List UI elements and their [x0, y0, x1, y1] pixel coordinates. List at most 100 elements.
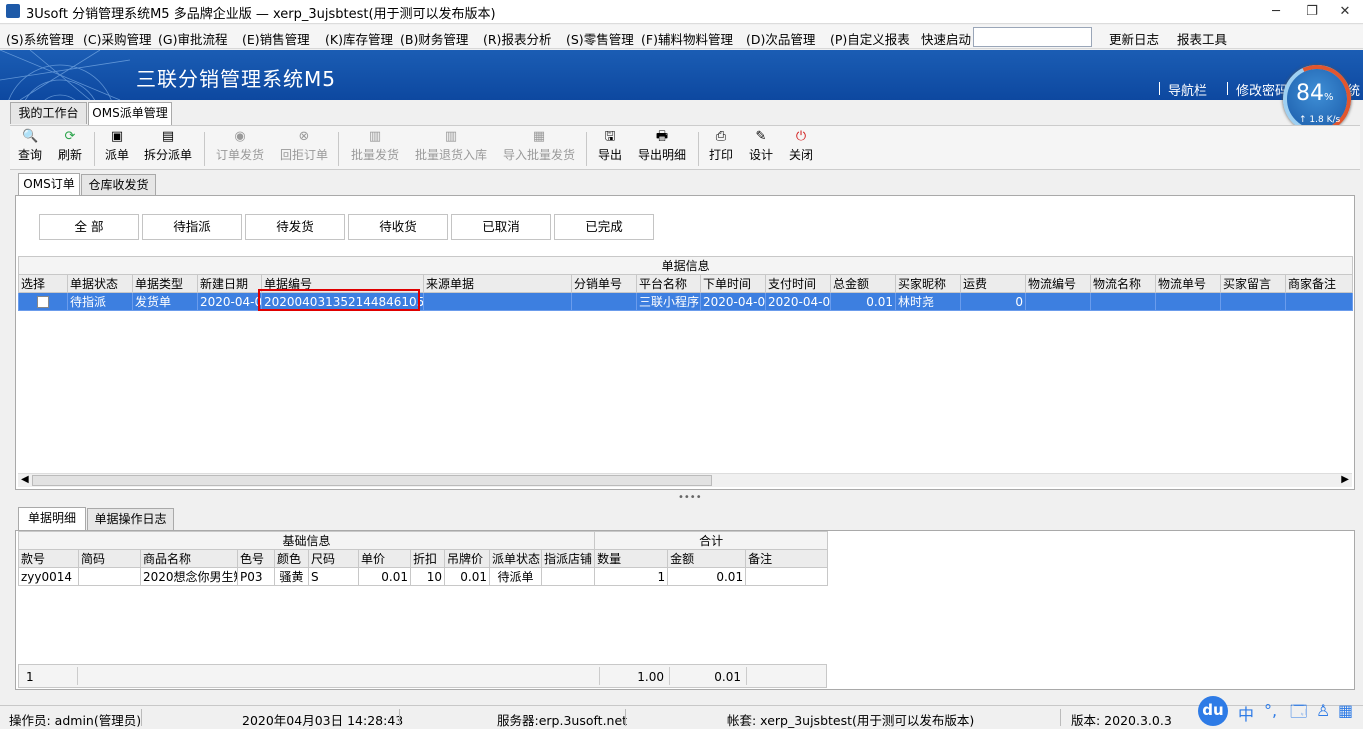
ime-logo-icon[interactable]: du	[1198, 696, 1228, 726]
col-header[interactable]: 分销单号	[571, 274, 637, 293]
col-header[interactable]: 派单状态	[489, 549, 542, 568]
reject-order-button[interactable]: ⊗ 回拒订单	[280, 130, 328, 163]
col-header[interactable]: 色号	[237, 549, 275, 568]
network-speed-widget[interactable]: 84% ↑ 1.8 K/s	[1273, 55, 1361, 143]
menu-defects[interactable]: (D)次品管理	[746, 29, 815, 48]
import-batch-ship-button[interactable]: ▦ 导入批量发货	[503, 130, 575, 163]
row-checkbox[interactable]	[37, 296, 49, 308]
col-header[interactable]: 颜色	[274, 549, 309, 568]
menu-report-tool[interactable]: 报表工具	[1177, 29, 1227, 48]
tab-my-workbench[interactable]: 我的工作台	[10, 102, 87, 124]
export-detail-button[interactable]: 🖶 导出明细	[638, 130, 686, 163]
table-row[interactable]: 待指派 发货单 2020-04-03 202004031352144846105…	[18, 292, 1354, 311]
minimize-button[interactable]: ─	[1261, 2, 1291, 22]
print-button[interactable]: ⎙ 打印	[709, 130, 733, 163]
tab-oms-orders[interactable]: OMS订单	[18, 173, 80, 196]
menu-purchase[interactable]: (C)采购管理	[83, 29, 151, 48]
menu-inventory[interactable]: (K)库存管理	[325, 29, 393, 48]
batch-ship-button[interactable]: ▥ 批量发货	[351, 130, 399, 163]
order-ship-button[interactable]: ◉ 订单发货	[216, 130, 264, 163]
design-button[interactable]: ✎ 设计	[749, 130, 773, 163]
col-header[interactable]: 新建日期	[197, 274, 262, 293]
menu-finance[interactable]: (B)财务管理	[400, 29, 468, 48]
col-header[interactable]: 简码	[78, 549, 141, 568]
filter-pending-assign-button[interactable]: 待指派	[142, 214, 242, 240]
cell-log-name	[1090, 292, 1156, 311]
ime-user-icon[interactable]: ♙	[1316, 701, 1330, 720]
ime-punct-icon[interactable]: °,	[1264, 701, 1277, 720]
col-header[interactable]: 数量	[594, 549, 669, 568]
col-header[interactable]: 买家留言	[1220, 274, 1286, 293]
cell-total: 0.01	[830, 292, 896, 311]
menu-retail[interactable]: (S)零售管理	[566, 29, 634, 48]
horizontal-scrollbar[interactable]: ◀ ▶	[18, 473, 1352, 487]
ime-grid-icon[interactable]: ▦	[1338, 701, 1353, 720]
col-header[interactable]: 物流单号	[1155, 274, 1221, 293]
close-power-icon: ⏻	[795, 129, 807, 144]
filter-completed-button[interactable]: 已完成	[554, 214, 654, 240]
menu-approval[interactable]: (G)审批流程	[158, 29, 227, 48]
col-header[interactable]: 来源单据	[423, 274, 572, 293]
col-header[interactable]: 商家备注	[1284, 274, 1354, 293]
col-header[interactable]: 备注	[745, 549, 829, 568]
reject-order-icon: ⊗	[298, 129, 310, 144]
query-button[interactable]: 🔍 查询	[18, 130, 42, 163]
tab-warehouse[interactable]: 仓库收发货	[81, 174, 156, 196]
nav-link[interactable]: 导航栏	[1168, 80, 1207, 99]
col-header[interactable]: 吊牌价	[444, 549, 490, 568]
split-dispatch-button[interactable]: ▤ 拆分派单	[144, 130, 192, 163]
table-row[interactable]: zyy0014 2020想念你男生短 P03 骚黄 S 0.01 10 0.01…	[18, 567, 829, 586]
col-header[interactable]: 款号	[18, 549, 79, 568]
splitter-handle[interactable]: ••••	[678, 492, 702, 503]
ime-keyboard-icon[interactable]: 🗔	[1290, 701, 1307, 728]
col-header[interactable]: 买家昵称	[895, 274, 961, 293]
tab-doc-detail[interactable]: 单据明细	[18, 507, 86, 530]
scroll-left-icon[interactable]: ◀	[21, 474, 29, 485]
tab-oms-dispatch[interactable]: OMS派单管理	[88, 102, 172, 125]
col-header[interactable]: 支付时间	[765, 274, 831, 293]
ime-toolbar[interactable]: du 中 °, 🗔 ♙ ▦	[1198, 694, 1363, 728]
close-button[interactable]: ⏻ 关闭	[789, 130, 813, 163]
col-header[interactable]: 单据状态	[67, 274, 133, 293]
col-header[interactable]: 平台名称	[636, 274, 701, 293]
menu-system[interactable]: (S)系统管理	[6, 29, 74, 48]
filter-cancelled-button[interactable]: 已取消	[451, 214, 551, 240]
col-header[interactable]: 物流名称	[1090, 274, 1156, 293]
cell-freight: 0	[960, 292, 1026, 311]
ime-chinese-icon[interactable]: 中	[1238, 701, 1254, 725]
menu-materials[interactable]: (F)辅料物料管理	[641, 29, 733, 48]
col-header[interactable]: 物流编号	[1025, 274, 1091, 293]
restore-button[interactable]: ❐	[1297, 2, 1327, 22]
select-cell[interactable]	[18, 292, 68, 311]
tab-operation-log[interactable]: 单据操作日志	[87, 508, 174, 530]
scroll-right-icon[interactable]: ▶	[1341, 474, 1349, 485]
col-header[interactable]: 单据类型	[132, 274, 198, 293]
col-header[interactable]: 总金额	[830, 274, 896, 293]
cell-pay-time: 2020-04-03	[765, 292, 831, 311]
toolbar-separator	[586, 132, 587, 166]
filter-pending-receive-button[interactable]: 待收货	[348, 214, 448, 240]
col-header[interactable]: 折扣	[410, 549, 445, 568]
dispatch-button[interactable]: ▣ 派单	[105, 130, 129, 163]
col-header[interactable]: 选择	[18, 274, 68, 293]
change-password-link[interactable]: 修改密码	[1236, 80, 1288, 99]
menu-sales[interactable]: (E)销售管理	[242, 29, 310, 48]
menu-update-log[interactable]: 更新日志	[1109, 29, 1159, 48]
col-header[interactable]: 金额	[667, 549, 747, 568]
menu-reports[interactable]: (R)报表分析	[483, 29, 551, 48]
filter-all-button[interactable]: 全 部	[39, 214, 139, 240]
filter-pending-ship-button[interactable]: 待发货	[245, 214, 345, 240]
col-header[interactable]: 单价	[358, 549, 411, 568]
export-button[interactable]: 🖫 导出	[598, 130, 622, 163]
col-header[interactable]: 商品名称	[140, 549, 238, 568]
quick-launch-input[interactable]	[973, 27, 1092, 47]
col-header[interactable]: 运费	[960, 274, 1026, 293]
close-window-button[interactable]: ✕	[1330, 2, 1360, 22]
col-header[interactable]: 指派店铺	[540, 549, 596, 568]
batch-return-button[interactable]: ▥ 批量退货入库	[415, 130, 487, 163]
refresh-button[interactable]: ⟳ 刷新	[58, 130, 82, 163]
col-header[interactable]: 下单时间	[700, 274, 766, 293]
col-header[interactable]: 尺码	[308, 549, 359, 568]
scroll-thumb[interactable]	[32, 475, 712, 486]
menu-custom-reports[interactable]: (P)自定义报表	[830, 29, 910, 48]
